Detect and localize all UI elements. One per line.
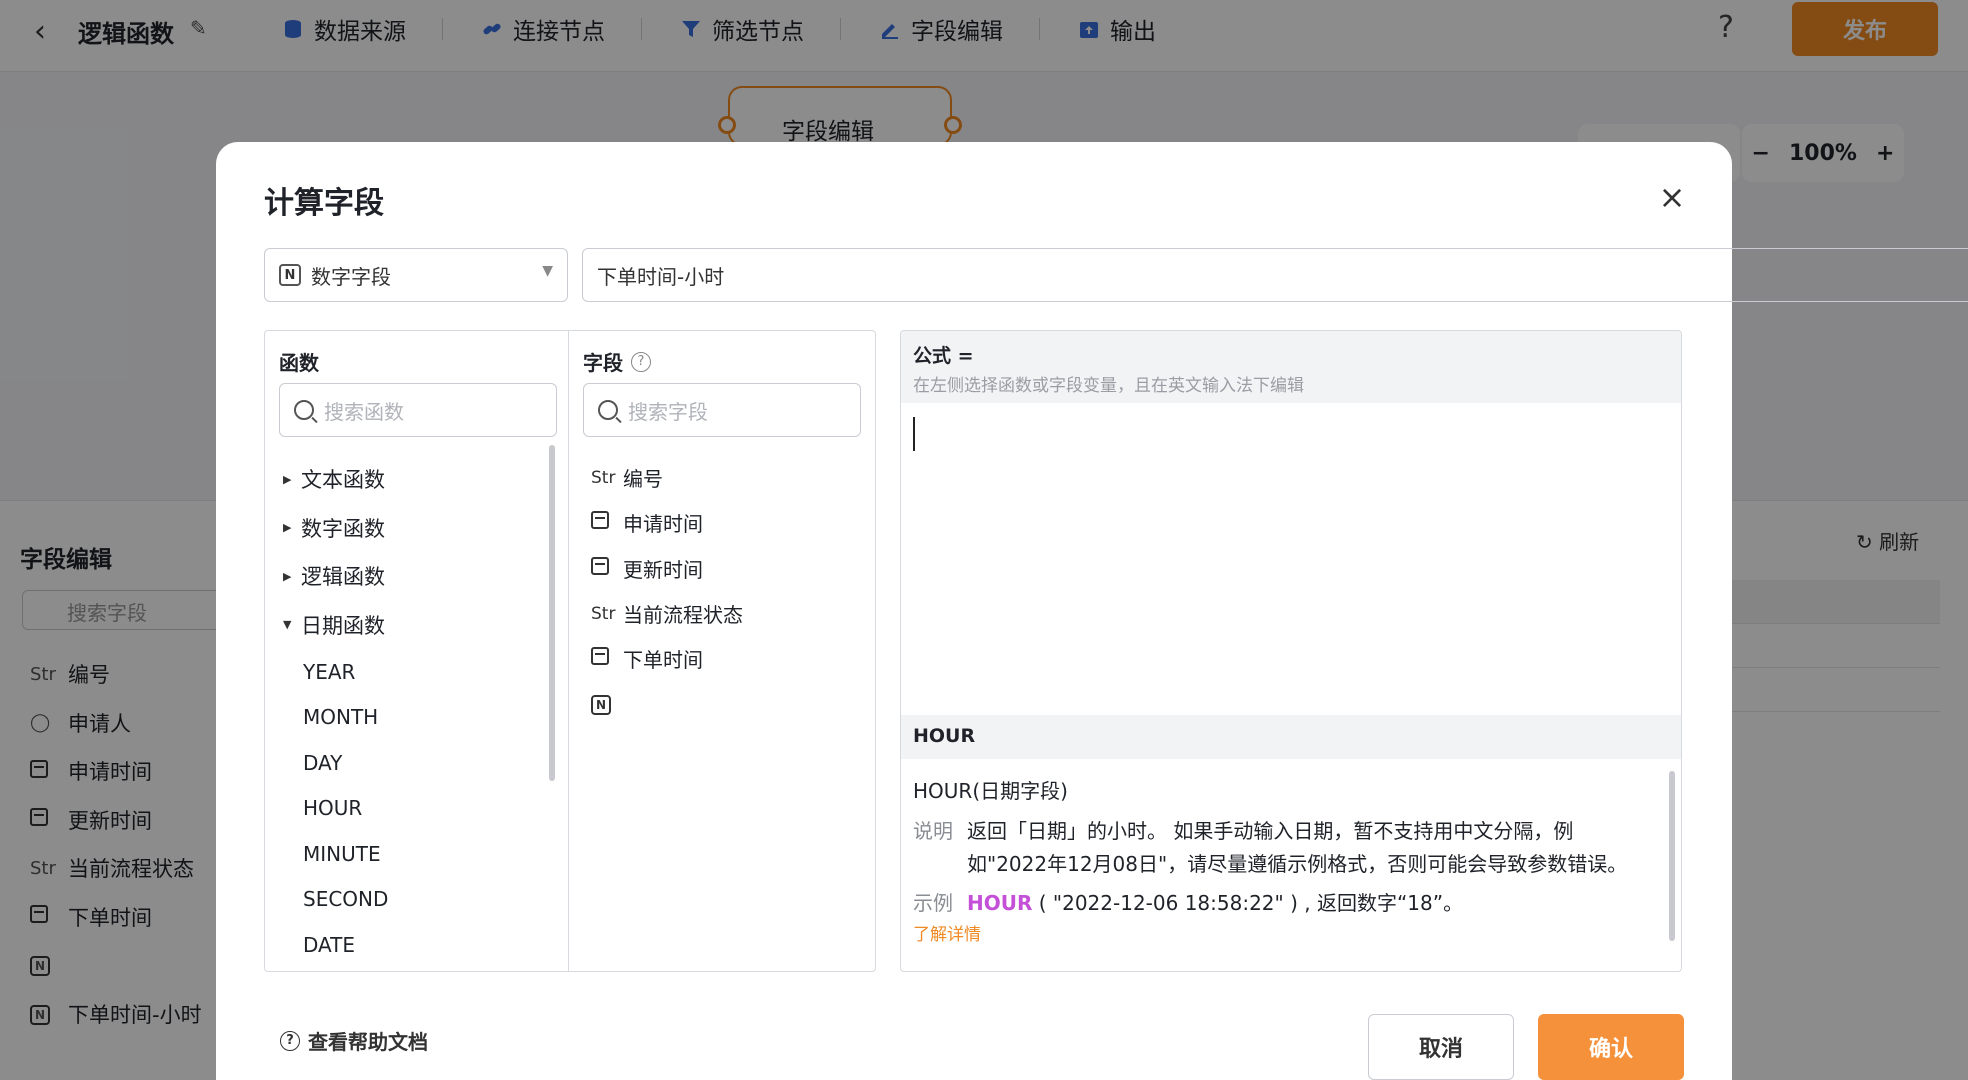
function-item-day[interactable]: DAY [283, 740, 543, 786]
field-column-title: 字段 ? [583, 347, 651, 376]
formula-editor: 公式 = 在左侧选择函数或字段变量，且在英文输入法下编辑 HOUR HOUR(日… [900, 330, 1682, 972]
learn-more-link[interactable]: 了解详情 [913, 920, 1653, 945]
function-list: ▶ 文本函数 ▶ 数字函数 ▶ 逻辑函数 ▼ 日期函数 YEAR MONTH DAY H… [283, 455, 543, 968]
close-icon[interactable]: × [1652, 178, 1692, 218]
dialog-title: 计算字段 [264, 186, 384, 221]
field-label: 下单时间 [623, 648, 703, 673]
function-category[interactable]: ▶ 数字函数 [283, 504, 543, 553]
category-label: 文本函数 [301, 468, 385, 493]
function-search-input[interactable]: 搜索函数 [279, 383, 557, 437]
function-category[interactable]: ▶ 文本函数 [283, 455, 543, 504]
search-icon [294, 400, 314, 420]
category-label: 逻辑函数 [301, 565, 385, 590]
chevron-down-icon: ▼ [542, 263, 553, 279]
calculated-field-dialog: 计算字段 × N 数字字段 ▼ 下单时间-小时 函数 搜索函数 ▶ 文本函数 ▶ 数… [216, 142, 1968, 1080]
list-item[interactable]: N [591, 681, 861, 726]
category-label: 数字函数 [301, 516, 385, 541]
list-item[interactable]: 更新时间 [591, 546, 861, 591]
string-type-icon: Str [591, 467, 616, 488]
caret-down-icon: ▼ [283, 618, 292, 632]
field-name-input[interactable]: 下单时间-小时 [582, 248, 1968, 302]
doc-description-row: 说明 返回「日期」的小时。 如果手动输入日期，暂不支持用中文分隔，例如"2022… [913, 815, 1653, 881]
list-item[interactable]: Str 当前流程状态 [591, 591, 861, 636]
field-column: 字段 ? 搜索字段 Str 编号 申请时间 更新时间 Str 当前流程状态 下单时间… [569, 331, 875, 971]
calendar-icon [591, 647, 623, 670]
calendar-icon [591, 511, 623, 534]
field-label: 更新时间 [623, 557, 703, 582]
doc-example-row: 示例 HOUR ( "2022-12-06 18:58:22" ) , 返回数字… [913, 887, 1653, 920]
list-item[interactable]: Str 编号 [591, 455, 861, 500]
field-label: 申请时间 [623, 512, 703, 537]
field-search-input[interactable]: 搜索字段 [583, 383, 861, 437]
function-doc-name: HOUR [913, 725, 976, 747]
function-item-month[interactable]: MONTH [283, 695, 543, 741]
example-text: ( "2022-12-06 18:58:22" ) , 返回数字“18”。 [1032, 891, 1464, 915]
number-type-icon: N [279, 264, 301, 286]
search-placeholder: 搜索字段 [628, 399, 708, 424]
example-keyword: HOUR [967, 891, 1033, 915]
formula-label: 公式 = [913, 345, 974, 367]
category-label: 日期函数 [301, 613, 385, 638]
function-category[interactable]: ▼ 日期函数 [283, 601, 543, 650]
calendar-icon [591, 556, 623, 580]
doc-example-key: 示例 [913, 891, 953, 915]
function-item-year[interactable]: YEAR [283, 649, 543, 695]
field-list: Str 编号 申请时间 更新时间 Str 当前流程状态 下单时间 N [591, 455, 861, 727]
function-item-hour[interactable]: HOUR [283, 786, 543, 832]
caret-right-icon: ▶ [283, 569, 292, 583]
function-item-date[interactable]: DATE [283, 922, 543, 968]
search-icon [598, 400, 618, 420]
function-item-second[interactable]: SECOND [283, 877, 543, 923]
function-list-scrollbar[interactable] [549, 445, 555, 781]
function-column-title: 函数 [279, 347, 319, 376]
list-item[interactable]: 申请时间 [591, 500, 861, 545]
list-item[interactable]: 下单时间 [591, 636, 861, 681]
field-label: 编号 [623, 467, 663, 492]
function-column: 函数 搜索函数 ▶ 文本函数 ▶ 数字函数 ▶ 逻辑函数 ▼ 日期函数 YEAR MON… [265, 331, 569, 971]
number-type-icon: N [591, 694, 623, 715]
field-type-select[interactable]: N 数字字段 ▼ [264, 248, 568, 302]
text-cursor[interactable] [913, 417, 915, 451]
function-doc-header: HOUR [901, 715, 1681, 759]
caret-right-icon: ▶ [283, 521, 292, 535]
doc-description: 返回「日期」的小时。 如果手动输入日期，暂不支持用中文分隔，例如"2022年12… [967, 819, 1628, 876]
help-circle-icon[interactable]: ? [631, 351, 651, 372]
function-item-minute[interactable]: MINUTE [283, 831, 543, 877]
column-title-text: 字段 [583, 351, 623, 375]
search-placeholder: 搜索函数 [324, 399, 404, 424]
help-circle-icon: ? [280, 1030, 300, 1051]
column-title-text: 函数 [279, 351, 319, 375]
doc-description-key: 说明 [913, 819, 953, 843]
formula-header: 公式 = 在左侧选择函数或字段变量，且在英文输入法下编辑 [901, 331, 1681, 403]
help-doc-link[interactable]: ? 查看帮助文档 [280, 1026, 428, 1055]
caret-right-icon: ▶ [283, 472, 292, 486]
function-category[interactable]: ▶ 逻辑函数 [283, 552, 543, 601]
cancel-button[interactable]: 取消 [1368, 1014, 1514, 1080]
field-type-value: 数字字段 [311, 264, 391, 289]
function-signature: HOUR(日期字段) [913, 779, 1068, 803]
doc-example: HOUR ( "2022-12-06 18:58:22" ) , 返回数字“18… [967, 887, 1653, 920]
doc-scrollbar[interactable] [1669, 771, 1675, 941]
field-label: 当前流程状态 [623, 603, 743, 628]
confirm-button[interactable]: 确认 [1538, 1014, 1684, 1080]
string-type-icon: Str [591, 603, 616, 624]
selector-panel: 函数 搜索函数 ▶ 文本函数 ▶ 数字函数 ▶ 逻辑函数 ▼ 日期函数 YEAR MON… [264, 330, 876, 972]
help-doc-label: 查看帮助文档 [308, 1030, 428, 1054]
formula-hint: 在左侧选择函数或字段变量，且在英文输入法下编辑 [913, 376, 1304, 396]
function-doc-body: HOUR(日期字段) 说明 返回「日期」的小时。 如果手动输入日期，暂不支持用中… [913, 775, 1653, 945]
